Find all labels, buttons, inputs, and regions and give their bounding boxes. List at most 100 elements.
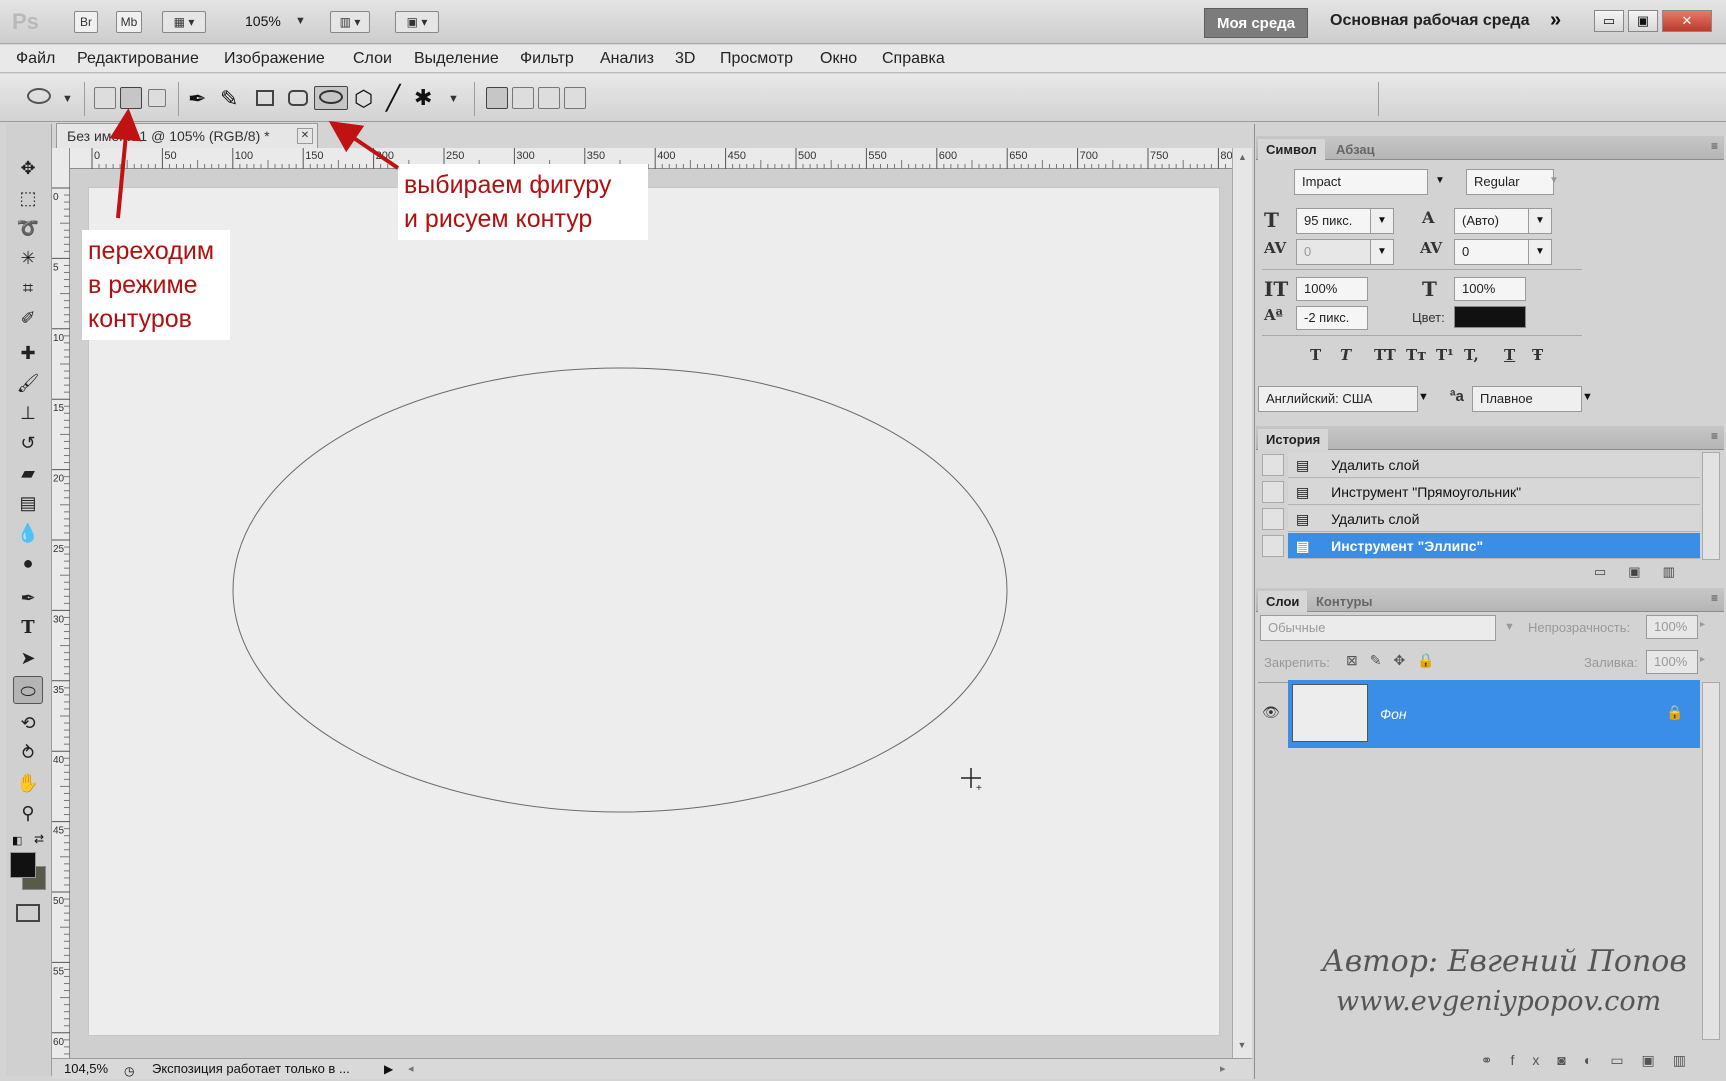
- dodge-tool-icon[interactable]: ●: [13, 549, 43, 577]
- screen-mode-button[interactable]: ▣ ▾: [395, 11, 439, 33]
- horizontal-scale-field[interactable]: 100%: [1454, 277, 1526, 301]
- paths-mode-icon[interactable]: [120, 87, 142, 109]
- pen-tool-side-icon[interactable]: ✒: [13, 584, 43, 612]
- fill-arrow-icon[interactable]: ▸: [1700, 654, 1705, 665]
- shape-layers-mode-icon[interactable]: [94, 87, 116, 109]
- menu-filter[interactable]: Фильтр: [520, 50, 574, 68]
- faux-bold-button[interactable]: T: [1310, 346, 1321, 364]
- close-button[interactable]: ✕: [1662, 10, 1712, 32]
- maximize-button[interactable]: ▣: [1628, 10, 1658, 32]
- opacity-field[interactable]: 100%: [1646, 615, 1698, 639]
- tab-history[interactable]: История: [1258, 429, 1329, 450]
- document-canvas[interactable]: +: [89, 188, 1219, 1035]
- geometry-options-icon[interactable]: ▼: [448, 93, 459, 105]
- mini-bridge-button[interactable]: Mb: [116, 11, 142, 33]
- tab-paragraph[interactable]: Абзац: [1328, 139, 1383, 160]
- polygon-shape-icon[interactable]: ⬡: [354, 86, 373, 112]
- history-snapshot-checkbox[interactable]: [1262, 481, 1284, 503]
- history-menu-icon[interactable]: ≡: [1711, 429, 1718, 443]
- exclude-path-area-icon[interactable]: [564, 87, 586, 109]
- move-tool-icon[interactable]: ✥: [13, 154, 43, 182]
- font-dropdown-icon[interactable]: ▼: [1428, 169, 1452, 195]
- type-tool-icon[interactable]: T: [13, 614, 43, 642]
- underline-button[interactable]: T: [1504, 346, 1515, 364]
- layer-row-background[interactable]: Фон 🔒: [1288, 680, 1700, 748]
- font-style-select[interactable]: Regular: [1466, 169, 1554, 195]
- default-colors-icon[interactable]: ◧: [12, 834, 22, 847]
- history-item[interactable]: ▤ Инструмент "Прямоугольник": [1288, 479, 1700, 505]
- intersect-path-area-icon[interactable]: [538, 87, 560, 109]
- fill-field[interactable]: 100%: [1646, 650, 1698, 674]
- all-caps-button[interactable]: TT: [1374, 346, 1396, 364]
- faux-italic-button[interactable]: T: [1340, 346, 1351, 364]
- ellipse-tool-preset-icon[interactable]: [27, 88, 51, 104]
- layers-menu-icon[interactable]: ≡: [1711, 591, 1718, 605]
- kerning-dropdown-icon[interactable]: ▼: [1370, 239, 1394, 265]
- visibility-eye-icon[interactable]: 👁: [1262, 704, 1280, 721]
- history-footer-icons[interactable]: ▭▣▥: [1594, 564, 1697, 580]
- tab-character[interactable]: Символ: [1258, 139, 1325, 160]
- vertical-scrollbar[interactable]: ▲ ▼: [1232, 148, 1252, 1058]
- history-brush-icon[interactable]: ↺: [13, 429, 43, 457]
- menu-help[interactable]: Справка: [882, 50, 945, 68]
- quick-selection-tool-icon[interactable]: ✳: [13, 244, 43, 272]
- healing-brush-icon[interactable]: ✚: [13, 339, 43, 367]
- tab-layers[interactable]: Слои: [1258, 591, 1308, 612]
- layer-name[interactable]: Фон: [1380, 706, 1407, 722]
- history-item-active[interactable]: ▤ Инструмент "Эллипс": [1288, 533, 1700, 559]
- 3d-orbit-icon[interactable]: ⥁: [13, 739, 43, 767]
- subscript-button[interactable]: T,: [1464, 346, 1479, 364]
- language-dropdown-icon[interactable]: ▼: [1418, 391, 1429, 403]
- style-dropdown-icon[interactable]: ▼: [1542, 169, 1566, 195]
- zoom-level[interactable]: 105%: [245, 13, 281, 29]
- menu-3d[interactable]: 3D: [675, 50, 695, 68]
- panel-menu-icon[interactable]: ≡: [1711, 139, 1718, 153]
- fill-pixels-mode-icon[interactable]: [148, 89, 166, 107]
- menu-select[interactable]: Выделение: [414, 50, 499, 68]
- 3d-rotate-icon[interactable]: ⟲: [13, 709, 43, 737]
- history-snapshot-checkbox[interactable]: [1262, 535, 1284, 557]
- freeform-pen-icon[interactable]: ✎: [220, 86, 238, 112]
- tracking-dropdown-icon[interactable]: ▼: [1528, 239, 1552, 265]
- menu-layers[interactable]: Слои: [353, 50, 392, 68]
- view-extras-button[interactable]: ▦ ▾: [162, 11, 206, 33]
- foreground-color-swatch[interactable]: [10, 852, 36, 878]
- arrange-documents-button[interactable]: ▥ ▾: [330, 11, 370, 33]
- zoom-tool-icon[interactable]: ⚲: [13, 799, 43, 827]
- history-snapshot-checkbox[interactable]: [1262, 508, 1284, 530]
- pen-tool-icon[interactable]: ✒: [188, 86, 206, 112]
- font-family-select[interactable]: Impact: [1294, 169, 1428, 195]
- font-size-field[interactable]: 95 пикс.: [1296, 208, 1372, 234]
- language-select[interactable]: Английский: США: [1258, 386, 1418, 412]
- menu-file[interactable]: Файл: [16, 50, 55, 68]
- vertical-scale-field[interactable]: 100%: [1296, 277, 1368, 301]
- document-tab[interactable]: Без имени-1 @ 105% (RGB/8) * ✕: [56, 123, 318, 149]
- rounded-rectangle-shape-icon[interactable]: [288, 90, 308, 106]
- clone-stamp-icon[interactable]: ⊥: [13, 399, 43, 427]
- line-shape-icon[interactable]: ╱: [386, 84, 400, 113]
- subtract-path-area-icon[interactable]: [512, 87, 534, 109]
- brush-tool-icon[interactable]: 🖌: [13, 369, 43, 397]
- kerning-field[interactable]: 0: [1296, 239, 1372, 265]
- history-scrollbar[interactable]: [1702, 452, 1720, 560]
- lasso-tool-icon[interactable]: ➰: [13, 214, 43, 242]
- minimize-button[interactable]: ▭: [1594, 10, 1624, 32]
- eraser-tool-icon[interactable]: ▰: [13, 459, 43, 487]
- baseline-shift-field[interactable]: -2 пикс.: [1296, 306, 1368, 330]
- leading-field[interactable]: (Авто): [1454, 208, 1530, 234]
- more-workspaces-icon[interactable]: »: [1550, 9, 1561, 32]
- marquee-tool-icon[interactable]: ⬚: [13, 184, 43, 212]
- layers-footer-icons[interactable]: ⚭fx◙◐▭▣▥: [1204, 1052, 1704, 1069]
- zoom-dropdown-icon[interactable]: ▼: [295, 15, 306, 27]
- antialias-select[interactable]: Плавное: [1472, 386, 1582, 412]
- history-snapshot-checkbox[interactable]: [1262, 454, 1284, 476]
- small-caps-button[interactable]: Tт: [1406, 346, 1426, 364]
- menu-view[interactable]: Просмотр: [720, 50, 793, 68]
- add-to-path-area-icon[interactable]: [486, 87, 508, 109]
- menu-analysis[interactable]: Анализ: [600, 50, 654, 68]
- workspace-essentials[interactable]: Основная рабочая среда: [1330, 12, 1529, 30]
- strikethrough-button[interactable]: Ŧ: [1532, 346, 1543, 364]
- blend-mode-select[interactable]: Обычные: [1260, 615, 1496, 641]
- text-color-swatch[interactable]: [1454, 306, 1526, 328]
- quick-mask-icon[interactable]: [16, 904, 40, 922]
